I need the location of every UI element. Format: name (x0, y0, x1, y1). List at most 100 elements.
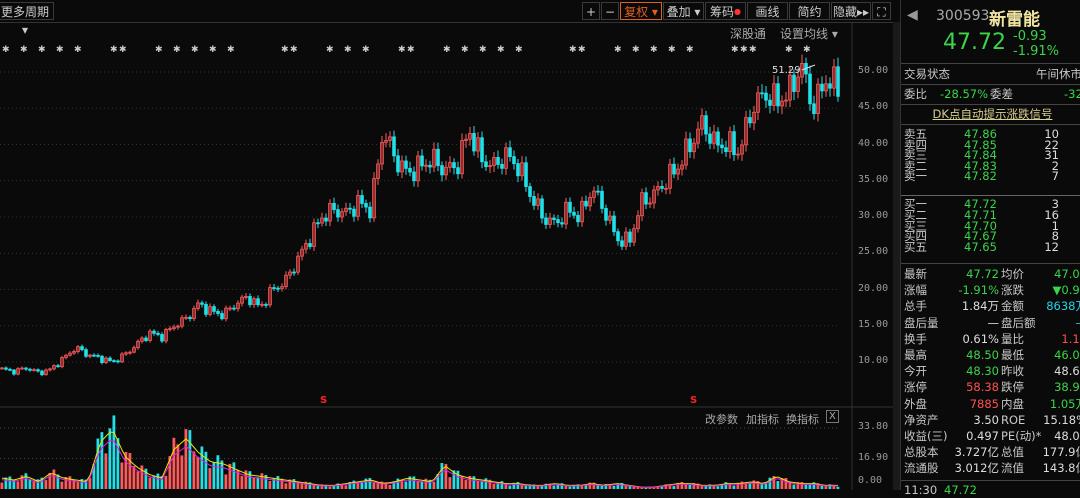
event-marker[interactable]: ✱ (479, 45, 487, 55)
event-marker[interactable]: ✱ (56, 45, 64, 55)
price-tick-label: 25.00 (858, 246, 888, 257)
cell: 58.38 (966, 379, 999, 395)
stat-row: 涨幅-1.91%涨跌▼0.93 (904, 282, 1080, 298)
event-marker[interactable]: ✱ (443, 45, 451, 55)
event-marker[interactable]: ✱ (173, 45, 181, 55)
volume-bar (277, 476, 280, 489)
volume-bar (717, 486, 720, 489)
cell: 总股本 (904, 444, 939, 460)
candle (217, 309, 220, 316)
volume-tick-label: 16.90 (858, 452, 888, 463)
event-marker[interactable]: ✱ (155, 45, 163, 55)
event-marker[interactable]: ✱ (632, 45, 640, 55)
candle (369, 202, 372, 223)
volume-bar (809, 484, 812, 489)
cell: 8638万 (1046, 298, 1080, 314)
volume-bar (397, 479, 400, 489)
event-marker[interactable]: ✱ (191, 45, 199, 55)
event-marker[interactable]: ✱ (578, 45, 586, 55)
cell: 总值 (1001, 444, 1024, 460)
event-marker[interactable]: ✱ (119, 45, 127, 55)
event-marker[interactable]: ✱ (362, 45, 370, 55)
event-marker[interactable]: ✱ (497, 45, 505, 55)
event-marker[interactable]: ✱ (515, 45, 523, 55)
cell: 收益(三) (904, 428, 947, 444)
volume-bar (413, 476, 416, 489)
candle (101, 355, 104, 364)
volume-bar (417, 481, 420, 489)
switch-indicator-button[interactable]: 换指标 (786, 411, 819, 427)
event-marker[interactable]: ✱ (407, 45, 415, 55)
candle (545, 213, 548, 229)
volume-bar (9, 476, 12, 489)
candle (637, 210, 640, 232)
event-marker[interactable]: ✱ (569, 45, 577, 55)
prev-stock-icon[interactable]: ◀ (907, 7, 918, 23)
volume-bar (433, 482, 436, 489)
volume-bar (373, 483, 376, 489)
close-indicator-button[interactable]: X (826, 410, 839, 423)
candle (821, 76, 824, 98)
add-indicator-button[interactable]: 加指标 (746, 411, 779, 427)
event-marker[interactable]: ✱ (668, 45, 676, 55)
candle (373, 172, 376, 222)
cell: 38.92 (1054, 379, 1080, 395)
candle (353, 206, 356, 222)
event-marker[interactable]: ✱ (281, 45, 289, 55)
candle (673, 157, 676, 178)
event-marker[interactable]: ✱ (290, 45, 298, 55)
wb-row: 委比-28.57%委差-32 (904, 86, 1080, 102)
event-marker[interactable]: ✱ (731, 45, 739, 55)
dk-signal-link[interactable]: DK点自动提示涨跌信号 (904, 106, 1080, 122)
candle (289, 269, 292, 279)
candle (117, 359, 120, 363)
event-marker[interactable]: ✱ (2, 45, 10, 55)
candle (177, 324, 180, 329)
event-marker[interactable]: ✱ (740, 45, 748, 55)
event-marker[interactable]: ✱ (398, 45, 406, 55)
candle (669, 159, 672, 194)
price-change: -0.93 (1013, 29, 1047, 44)
volume-bar (17, 481, 20, 489)
event-marker[interactable]: ✱ (38, 45, 46, 55)
candle (485, 155, 488, 171)
event-marker[interactable]: ✱ (227, 45, 235, 55)
event-marker[interactable]: ✱ (209, 45, 217, 55)
event-marker[interactable]: ✱ (461, 45, 469, 55)
candle (461, 133, 464, 178)
event-marker[interactable]: ✱ (74, 45, 82, 55)
event-marker[interactable]: ✱ (803, 45, 811, 55)
panel-splitter[interactable] (893, 22, 900, 490)
signal-marker[interactable]: S (690, 395, 697, 406)
event-marker[interactable]: ✱ (326, 45, 334, 55)
event-marker[interactable]: ✱ (344, 45, 352, 55)
params-button[interactable]: 改参数 (705, 411, 738, 427)
cell: 3.50 (973, 412, 999, 428)
event-marker[interactable]: ✱ (686, 45, 694, 55)
volume-bar (449, 477, 452, 489)
candle (741, 140, 744, 161)
event-marker[interactable]: ✱ (20, 45, 28, 55)
price-change-pct: -1.91% (1013, 44, 1059, 59)
volume-bar (793, 485, 796, 489)
candle (201, 301, 204, 308)
candle (281, 283, 284, 291)
candle (825, 75, 828, 97)
candle (525, 156, 528, 191)
candle (489, 160, 492, 173)
volume-bar (129, 453, 132, 489)
volume-bar (209, 468, 212, 489)
volume-bar (197, 457, 200, 489)
cell: 177.9亿 (1043, 444, 1080, 460)
event-marker[interactable]: ✱ (650, 45, 658, 55)
event-marker[interactable]: ✱ (785, 45, 793, 55)
event-marker[interactable]: ✱ (110, 45, 118, 55)
candle (517, 159, 520, 182)
event-marker[interactable]: ✱ (614, 45, 622, 55)
volume-bar (537, 486, 540, 489)
candle (785, 92, 788, 107)
candle (609, 211, 612, 224)
event-marker[interactable]: ✱ (749, 45, 757, 55)
stat-row: 换手0.61%量比1.10 (904, 331, 1080, 347)
signal-marker[interactable]: S (320, 395, 327, 406)
